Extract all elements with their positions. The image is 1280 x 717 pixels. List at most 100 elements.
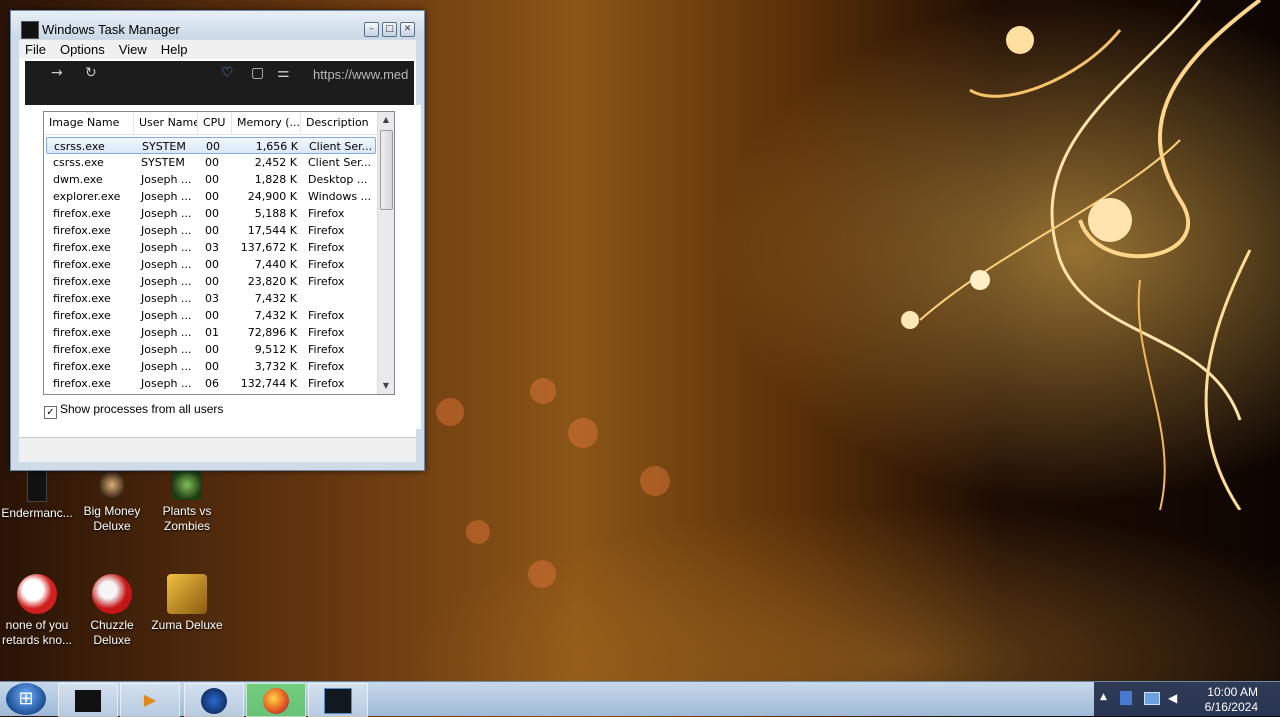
column-header-description[interactable]: Description (301, 112, 376, 134)
process-memory: 17,544 K (247, 224, 297, 237)
close-icon[interactable]: ✕ (400, 22, 415, 37)
clock-time: 10:00 AM (1207, 685, 1258, 699)
table-row[interactable]: firefox.exe Joseph ... 00 5,188 K Firefox (46, 205, 376, 222)
wallpaper-swirls (901, 0, 1262, 510)
process-memory: 137,672 K (240, 241, 297, 254)
bokeh-dot (568, 418, 598, 448)
desktop-icon-chuzzle[interactable]: Chuzzle Deluxe (72, 574, 152, 648)
desktop-icon-label: Zuma Deluxe (151, 618, 223, 632)
menu-help[interactable]: Help (155, 40, 196, 59)
process-cpu: 00 (205, 224, 219, 237)
scroll-thumb[interactable] (380, 130, 393, 210)
taskbar: ⊞ ▶ ▲ ◀ 10:00 AM 6/16/2024 (0, 681, 1280, 717)
column-header-user-name[interactable]: User Name (134, 112, 198, 134)
start-button[interactable]: ⊞ (6, 683, 46, 715)
process-description: Firefox (308, 241, 345, 254)
show-hidden-icons-icon[interactable]: ▲ (1100, 692, 1107, 702)
bokeh-dot (640, 466, 670, 496)
desktop-icon-label: Chuzzle Deluxe (90, 618, 134, 647)
window-title: Windows Task Manager (42, 22, 180, 37)
menu-file[interactable]: File (19, 40, 54, 59)
app-icon (27, 470, 47, 502)
desktop-icon-endermanch[interactable]: Endermanc... (0, 470, 77, 521)
background-browser-strip: → ↻ ♡ ▢ ⚌ https://www.med (25, 61, 414, 105)
taskbar-app-button[interactable] (58, 683, 118, 717)
table-row[interactable]: firefox.exe Joseph ... 00 23,820 K Firefox (46, 273, 376, 290)
desktop-icon-none-of-you[interactable]: none of you retards kno... (0, 574, 77, 648)
game-icon (172, 470, 202, 500)
show-all-users-checkbox[interactable]: ✓ (44, 406, 57, 419)
desktop-icon-plants-vs-zombies[interactable]: Plants vs Zombies (147, 470, 227, 534)
speaker-icon[interactable]: ◀ (1168, 691, 1177, 705)
scroll-up-icon[interactable]: ▲ (378, 112, 394, 128)
process-user-name: Joseph ... (141, 292, 192, 305)
process-user-name: Joseph ... (141, 309, 192, 322)
column-header-cpu[interactable]: CPU (198, 112, 232, 134)
scroll-down-icon[interactable]: ▼ (378, 378, 394, 394)
process-description: Windows ... (308, 190, 372, 203)
table-row[interactable]: csrss.exe SYSTEM 00 1,656 K Client Ser... (46, 137, 376, 154)
process-image-name: csrss.exe (54, 140, 105, 153)
game-icon (92, 574, 132, 614)
process-user-name: Joseph ... (141, 207, 192, 220)
maximize-icon[interactable]: □ (382, 22, 397, 37)
table-row[interactable]: firefox.exe Joseph ... 03 7,432 K (46, 290, 376, 307)
process-image-name: firefox.exe (53, 326, 111, 339)
title-bar[interactable]: Windows Task Manager – □ ✕ (11, 11, 424, 39)
menu-view[interactable]: View (113, 40, 155, 59)
process-memory: 1,656 K (255, 140, 298, 153)
process-description: Desktop ... (308, 173, 368, 186)
taskbar-task-manager-button[interactable] (308, 683, 368, 717)
process-description: Client Ser... (309, 140, 373, 153)
process-image-name: firefox.exe (53, 360, 111, 373)
monitor-icon[interactable] (1144, 692, 1160, 705)
table-row[interactable]: firefox.exe Joseph ... 00 7,440 K Firefox (46, 256, 376, 273)
process-description: Client Ser... (308, 156, 372, 169)
show-all-users-option[interactable]: ✓ Show processes from all users (44, 402, 223, 419)
process-list[interactable]: ^ Image Name User Name CPU Memory (... D… (43, 111, 395, 395)
process-user-name: Joseph ... (141, 360, 192, 373)
table-row[interactable]: firefox.exe Joseph ... 03 137,672 K Firefox (46, 239, 376, 256)
table-row[interactable]: explorer.exe Joseph ... 00 24,900 K Windows … (46, 188, 376, 205)
table-row[interactable]: csrss.exe SYSTEM 00 2,452 K Client Ser... (46, 154, 376, 171)
url-text: https://www.med (313, 67, 409, 82)
process-image-name: firefox.exe (53, 343, 111, 356)
taskbar-firefox-button[interactable] (246, 683, 306, 717)
process-memory: 23,820 K (247, 275, 297, 288)
bokeh-dot (530, 378, 556, 404)
process-description: Firefox (308, 377, 345, 390)
globe-icon (201, 687, 227, 714)
taskbar-browser-button[interactable] (184, 683, 244, 717)
table-row[interactable]: dwm.exe Joseph ... 00 1,828 K Desktop ... (46, 171, 376, 188)
process-description: Firefox (308, 258, 345, 271)
vertical-scrollbar[interactable]: ▲ ▼ (377, 112, 394, 394)
column-header-image-name[interactable]: ^ Image Name (44, 112, 134, 134)
table-row[interactable]: firefox.exe Joseph ... 00 3,732 K Firefox (46, 358, 376, 375)
firefox-icon (263, 687, 289, 714)
process-memory: 7,432 K (254, 292, 297, 305)
menu-options[interactable]: Options (54, 40, 113, 59)
system-tray: ▲ ◀ 10:00 AM 6/16/2024 (1094, 682, 1280, 716)
desktop-icon-zuma[interactable]: Zuma Deluxe (147, 574, 227, 633)
game-icon (100, 470, 124, 500)
table-row[interactable]: firefox.exe Joseph ... 01 72,896 K Firefox (46, 324, 376, 341)
table-row[interactable]: firefox.exe Joseph ... 00 7,432 K Firefox (46, 307, 376, 324)
table-row[interactable]: firefox.exe Joseph ... 00 9,512 K Firefox (46, 341, 376, 358)
process-user-name: SYSTEM (142, 140, 186, 153)
task-manager-window[interactable]: Windows Task Manager – □ ✕ File Options Vi… (10, 10, 425, 471)
minimize-icon[interactable]: – (364, 22, 379, 37)
taskbar-media-player-button[interactable]: ▶ (120, 683, 180, 717)
permissions-icon: ⚌ (277, 65, 290, 81)
process-user-name: Joseph ... (141, 173, 192, 186)
desktop-icon-big-money[interactable]: Big Money Deluxe (72, 470, 152, 534)
clock[interactable]: 10:00 AM 6/16/2024 (1205, 685, 1258, 715)
network-icon[interactable] (1120, 691, 1132, 705)
process-cpu: 06 (205, 377, 219, 390)
table-row[interactable]: firefox.exe Joseph ... 00 17,544 K Firefox (46, 222, 376, 239)
table-row[interactable]: firefox.exe Joseph ... 06 132,744 K Firefox (46, 375, 376, 392)
process-cpu: 00 (205, 343, 219, 356)
process-cpu: 00 (205, 275, 219, 288)
column-header-memory[interactable]: Memory (... (232, 112, 301, 134)
process-description: Firefox (308, 224, 345, 237)
status-bar (19, 437, 416, 462)
